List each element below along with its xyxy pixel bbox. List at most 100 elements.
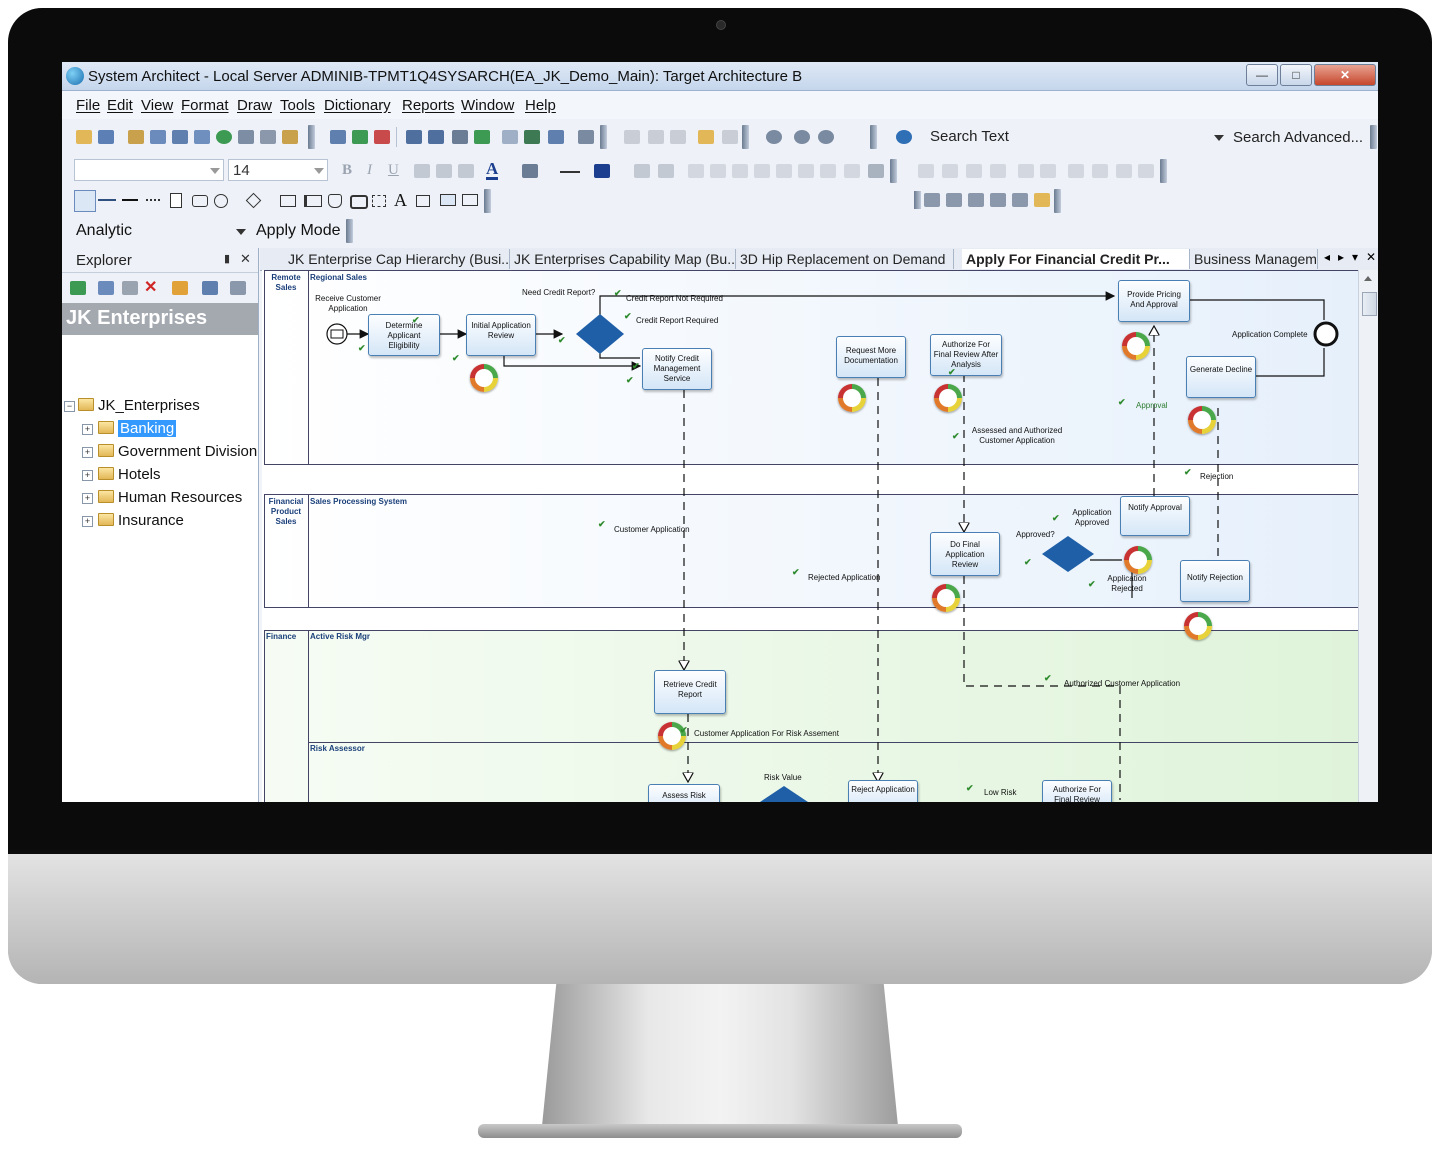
align-center-icon[interactable] [436, 164, 452, 178]
table-tool-icon[interactable] [462, 194, 478, 206]
tab-menu-icon[interactable]: ▾ [1352, 250, 1358, 264]
delete-icon[interactable]: ✕ [144, 277, 157, 297]
resize-icon[interactable] [820, 164, 836, 178]
end-event[interactable] [1313, 321, 1339, 347]
tab-business-management[interactable]: Business Manageme [1190, 249, 1318, 269]
activity-initial-review[interactable]: Initial Application Review [466, 314, 536, 356]
menu-draw[interactable]: Draw [237, 97, 272, 114]
merge-icon[interactable] [524, 130, 540, 144]
maximize-button[interactable]: □ [1280, 64, 1312, 86]
subprocess-tool-icon[interactable] [350, 195, 368, 209]
activity-reject-application[interactable]: Reject Application [848, 780, 918, 802]
tab-apply-financial-credit[interactable]: Apply For Financial Credit Pr... [962, 249, 1190, 269]
image-tool-icon[interactable] [440, 194, 456, 206]
vertical-scrollbar[interactable] [1358, 270, 1378, 802]
align-bottom-icon[interactable] [966, 164, 982, 178]
zoom-in-icon[interactable] [794, 130, 810, 144]
route-label-icon[interactable] [1034, 193, 1050, 207]
activity-provide-pricing[interactable]: Provide Pricing And Approval [1118, 280, 1190, 322]
expand-icon[interactable]: + [82, 516, 93, 527]
mode-select[interactable]: Analytic [76, 222, 132, 240]
menu-edit[interactable]: Edit [107, 97, 133, 114]
bring-front-icon[interactable] [732, 164, 748, 178]
collapse-icon[interactable]: − [64, 401, 75, 412]
properties-icon[interactable] [172, 130, 188, 144]
minimize-button[interactable]: — [1246, 64, 1278, 86]
save-all-icon[interactable] [428, 130, 444, 144]
tree-item-insurance[interactable]: Insurance [98, 512, 184, 529]
rounded-rect-tool-icon[interactable] [192, 195, 208, 207]
kpi-gauge-icon[interactable] [1124, 546, 1152, 574]
activity-notify-cms[interactable]: Notify Credit Management Service [642, 348, 712, 390]
menu-help[interactable]: Help [525, 97, 556, 114]
zoom-out-icon[interactable] [818, 130, 834, 144]
kpi-gauge-icon[interactable] [838, 384, 866, 412]
font-dropdown-icon[interactable] [210, 168, 220, 174]
scroll-up-icon[interactable] [1364, 276, 1372, 281]
copy-icon[interactable] [128, 130, 144, 144]
pointer-tool-icon[interactable] [74, 190, 96, 212]
mode-dropdown-icon[interactable] [236, 229, 246, 235]
annotation-tool-icon[interactable] [416, 195, 430, 207]
tree-item-hotels[interactable]: Hotels [98, 466, 161, 483]
send-back-icon[interactable] [754, 164, 770, 178]
edit-icon[interactable] [150, 130, 166, 144]
menu-reports[interactable]: Reports [402, 97, 455, 114]
route-link-icon[interactable] [1012, 193, 1028, 207]
print-icon[interactable] [452, 130, 468, 144]
explorer-close-icon[interactable]: ✕ [240, 251, 251, 267]
gateway-risk-value[interactable] [760, 786, 808, 802]
dotted-line-tool-icon[interactable] [146, 199, 160, 201]
diagram-new-icon[interactable] [330, 130, 346, 144]
delete-diagram-icon[interactable] [374, 130, 390, 144]
ungroup-icon[interactable] [710, 164, 726, 178]
line-style-icon[interactable] [560, 171, 580, 173]
paste-icon[interactable] [670, 130, 686, 144]
unlock-icon[interactable] [798, 164, 814, 178]
arrow-tool-icon[interactable] [122, 199, 138, 201]
route-icon[interactable] [924, 193, 940, 207]
bpmn-diagram-canvas[interactable]: Remote Sales Regional Sales Financial Pr… [262, 270, 1358, 802]
spacing-h-icon[interactable] [1068, 164, 1084, 178]
group-tool-icon[interactable] [372, 195, 386, 207]
tab-close-icon[interactable]: ✕ [1366, 250, 1376, 264]
tab-next-icon[interactable]: ▸ [1338, 250, 1344, 264]
kpi-gauge-icon[interactable] [1184, 612, 1212, 640]
kpi-gauge-icon[interactable] [1188, 406, 1216, 434]
diagram-icon[interactable] [194, 130, 210, 144]
redo-icon[interactable] [722, 130, 738, 144]
route-orthogonal-icon[interactable] [968, 193, 984, 207]
align-middle-icon[interactable] [942, 164, 958, 178]
activity-final-review[interactable]: Do Final Application Review [930, 532, 1000, 576]
kpi-gauge-icon[interactable] [934, 384, 962, 412]
document-tool-icon[interactable] [170, 193, 182, 208]
expand-icon[interactable]: + [82, 424, 93, 435]
zoom-fit-icon[interactable] [766, 130, 782, 144]
activity-retrieve-credit-report[interactable]: Retrieve Credit Report [654, 670, 726, 714]
font-size-combo[interactable]: 14 [228, 159, 328, 181]
underline-button[interactable]: U [388, 162, 399, 179]
close-button[interactable]: ✕ [1314, 64, 1376, 86]
space-icon[interactable] [1040, 164, 1056, 178]
compare-icon[interactable] [502, 130, 518, 144]
activity-request-documentation[interactable]: Request More Documentation [836, 336, 906, 378]
globe-icon[interactable] [216, 130, 232, 144]
align-right-icon[interactable] [458, 164, 474, 178]
menu-format[interactable]: Format [181, 97, 229, 114]
menu-window[interactable]: Window [461, 97, 514, 114]
scroll-thumb[interactable] [1362, 292, 1377, 316]
tree-item-banking[interactable]: Banking [98, 420, 177, 437]
font-size-dropdown-icon[interactable] [314, 168, 324, 174]
cut-icon[interactable] [624, 130, 640, 144]
apply-mode-button[interactable]: Apply Mode [256, 222, 341, 240]
tree-item-government-division[interactable]: Government Division [98, 443, 257, 460]
activity-notify-rejection[interactable]: Notify Rejection [1180, 560, 1250, 602]
refresh-icon[interactable] [474, 130, 490, 144]
save-icon[interactable] [406, 130, 422, 144]
align-top-icon[interactable] [918, 164, 934, 178]
tab-hip-replacement[interactable]: 3D Hip Replacement on Demand [736, 249, 954, 269]
menu-file[interactable]: File [76, 97, 100, 114]
view-icon[interactable] [202, 281, 218, 295]
group-icon[interactable] [688, 164, 704, 178]
align-edge-icon[interactable] [990, 164, 1006, 178]
